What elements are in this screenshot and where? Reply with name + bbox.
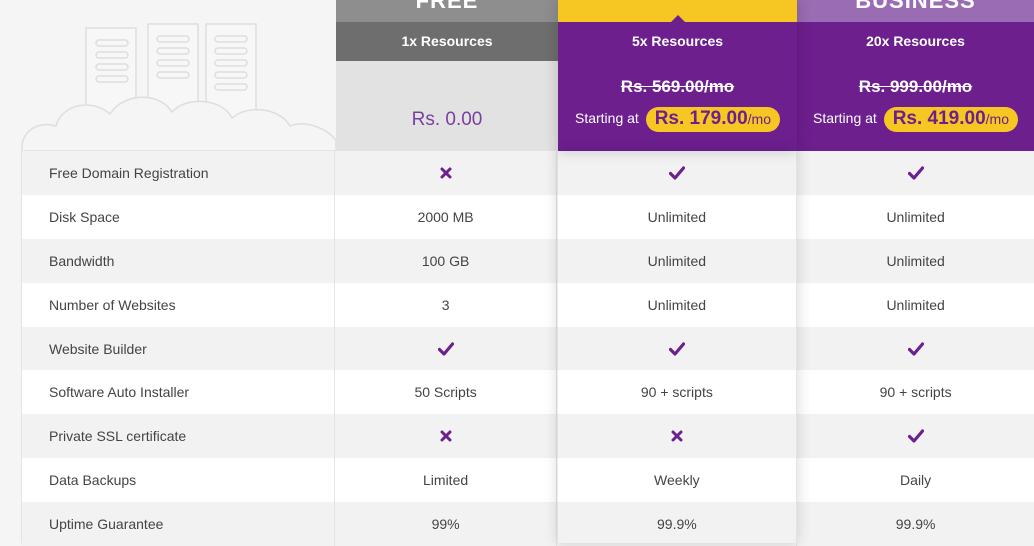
plan-starting-price: Starting at Rs. 179.00/mo: [558, 107, 797, 132]
feature-value: Weekly: [557, 458, 798, 503]
feature-value: [557, 326, 798, 371]
price-period: /mo: [985, 111, 1010, 127]
starting-label: Starting at: [812, 110, 877, 127]
plan-starting-price: Starting at Rs. 419.00/mo: [797, 107, 1034, 132]
feature-value: Daily: [900, 472, 932, 489]
plan-price-box: Rs. 569.00/mo Starting at Rs. 179.00/mo: [558, 61, 797, 151]
check-icon: [907, 428, 924, 444]
feature-value: Unlimited: [557, 194, 798, 239]
feature-value: [797, 327, 1034, 371]
feature-value: Unlimited: [886, 252, 945, 269]
feature-value: Limited: [335, 458, 558, 503]
price-amount: Rs. 179.00: [654, 108, 748, 129]
feature-name: Bandwidth: [22, 238, 335, 283]
feature-value: 99.9%: [895, 516, 936, 533]
check-icon: [668, 341, 685, 357]
plan-title: [558, 0, 797, 22]
feature-value: [557, 151, 798, 195]
starting-label: Starting at: [574, 110, 639, 127]
feature-value: [335, 326, 558, 371]
feature-name: Data Backups: [22, 458, 335, 503]
feature-name: Disk Space: [22, 194, 335, 239]
table-row: Website Builder: [22, 326, 1034, 371]
table-row: Software Auto Installer 50 Scripts 90 + sc…: [22, 370, 1034, 415]
table-row: Bandwidth 100 GB Unlimited Unlimited: [22, 238, 1034, 283]
table-row: Uptime Guarantee 99% 99.9% 99.9%: [22, 502, 1034, 546]
plan-resources: 20x Resources: [797, 22, 1034, 61]
feature-value: Unlimited: [557, 282, 798, 327]
plan-price-box: Rs. 0.00: [336, 61, 558, 151]
feature-value: 99%: [335, 502, 558, 546]
check-icon: [668, 165, 685, 181]
price-pill: Rs. 419.00/mo: [883, 107, 1019, 132]
plan-column-business: BUSINESS 20x Resources Rs. 999.00/mo Sta…: [797, 0, 1034, 151]
feature-value: Unlimited: [886, 296, 945, 313]
price-period: /mo: [747, 111, 772, 127]
feature-comparison-table: Free Domain Registration Disk Space 2000 M…: [22, 151, 1034, 546]
server-cloud-illustration: [21, 23, 336, 151]
feature-name: Software Auto Installer: [22, 370, 335, 415]
feature-value: 100 GB: [335, 238, 558, 283]
feature-value: [557, 414, 798, 459]
price-amount: Rs. 419.00: [892, 108, 986, 129]
plan-resources: 5x Resources: [558, 22, 797, 61]
table-row: Disk Space 2000 MB Unlimited Unlimited: [22, 194, 1034, 239]
feature-value: Unlimited: [557, 238, 798, 283]
feature-name: Uptime Guarantee: [22, 502, 335, 546]
plan-title: FREE: [336, 0, 558, 22]
table-left-border: [21, 151, 22, 543]
feature-value: 3: [335, 282, 558, 327]
plan-title: BUSINESS: [797, 0, 1034, 22]
plan-resources: 1x Resources: [336, 22, 558, 61]
check-icon: [907, 165, 924, 181]
plan-price-box: Rs. 999.00/mo Starting at Rs. 419.00/mo: [797, 61, 1034, 151]
check-icon: [437, 341, 454, 357]
table-row: Number of Websites 3 Unlimited Unlimited: [22, 282, 1034, 327]
cross-icon: [669, 428, 685, 444]
feature-value: Unlimited: [886, 208, 945, 225]
feature-name: Website Builder: [22, 326, 335, 371]
feature-value: 90 + scripts: [879, 384, 952, 401]
feature-value: [797, 414, 1034, 458]
check-icon: [907, 341, 924, 357]
feature-value: 99.9%: [557, 502, 798, 546]
plan-old-price: Rs. 569.00/mo: [620, 77, 735, 96]
plan-old-price: Rs. 999.00/mo: [858, 77, 973, 96]
feature-name: Private SSL certificate: [22, 414, 335, 459]
feature-value: 2000 MB: [335, 194, 558, 239]
cross-icon: [438, 165, 454, 181]
plan-column-featured: 5x Resources Rs. 569.00/mo Starting at R…: [558, 0, 797, 151]
feature-name: Number of Websites: [22, 282, 335, 327]
feature-name: Free Domain Registration: [22, 151, 335, 195]
feature-value: 50 Scripts: [335, 370, 558, 415]
cross-icon: [438, 428, 454, 444]
plan-notch: [670, 15, 685, 22]
plan-price: Rs. 0.00: [411, 109, 483, 130]
feature-value: 90 + scripts: [557, 370, 798, 415]
table-row: Free Domain Registration: [22, 151, 1034, 195]
feature-value: [335, 151, 558, 195]
table-row: Private SSL certificate: [22, 414, 1034, 459]
price-pill: Rs. 179.00/mo: [645, 107, 781, 132]
feature-value: [797, 151, 1034, 195]
plan-column-free: FREE 1x Resources Rs. 0.00: [336, 0, 558, 151]
feature-value: [335, 414, 558, 459]
table-row: Data Backups Limited Weekly Daily: [22, 458, 1034, 503]
